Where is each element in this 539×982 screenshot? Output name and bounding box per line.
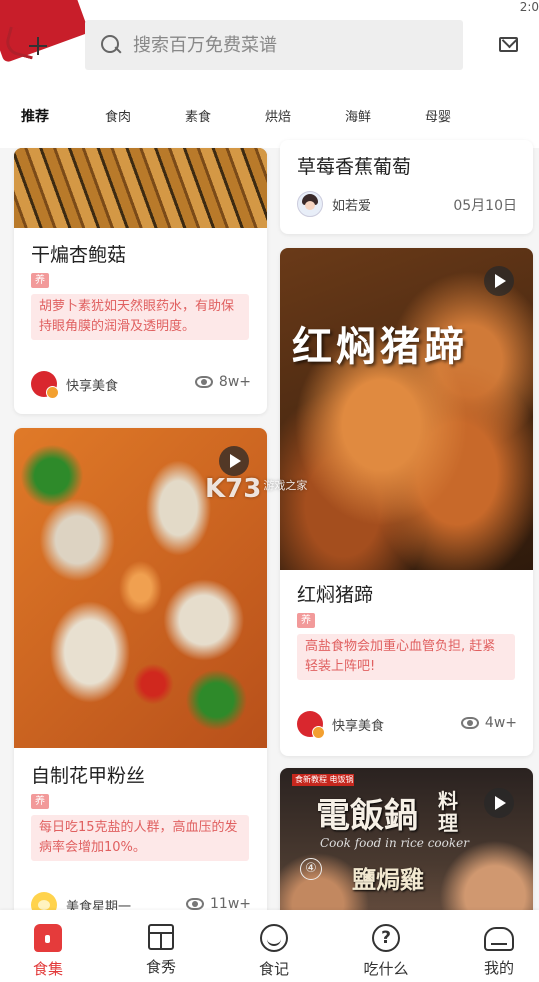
play-icon[interactable]: [219, 446, 249, 476]
search-input[interactable]: [133, 34, 433, 56]
photo-caption-small: 料理: [438, 789, 458, 835]
watermark: K73 游戏之家: [205, 474, 308, 504]
author-name: 如若爱: [332, 198, 372, 214]
view-count-value: 4w+: [484, 715, 517, 731]
author[interactable]: 如若爱: [297, 191, 371, 217]
photo-caption: 红焖猪蹄: [292, 324, 468, 370]
recipe-photo: [280, 248, 533, 570]
play-icon[interactable]: [484, 788, 514, 818]
tab-vegetarian[interactable]: 素食: [173, 106, 223, 125]
video-badge: 食新教程 电饭锅: [292, 774, 354, 786]
box-icon: [148, 924, 174, 950]
tab-recommend[interactable]: 推荐: [10, 106, 60, 129]
health-tip: 胡萝卜素犹如天然眼药水，有助保持眼角膜的润滑及透明度。: [31, 294, 249, 340]
health-tip: 高盐食物会加重心血管负担, 赶紧轻装上阵吧!: [297, 634, 515, 680]
smile-icon: [260, 924, 288, 952]
health-tag: 养: [297, 613, 315, 628]
author[interactable]: 快享美食: [31, 371, 119, 399]
author[interactable]: 快享美食: [297, 711, 385, 739]
recipe-title: 红焖猪蹄: [297, 584, 374, 606]
mail-icon[interactable]: [499, 37, 518, 52]
eye-icon: [186, 898, 204, 910]
nav-label: 食记: [258, 960, 289, 978]
nav-item-notes[interactable]: 食记: [239, 924, 309, 979]
recipe-card-mushroom[interactable]: 干煸杏鲍菇 养 胡萝卜素犹如天然眼药水，有助保持眼角膜的润滑及透明度。 快享美食…: [14, 148, 267, 414]
author-name: 快享美食: [332, 718, 385, 734]
author-name: 快享美食: [66, 378, 119, 394]
home-icon: [34, 924, 62, 952]
post-date: 05月10日: [453, 198, 517, 214]
health-tip: 每日吃15克盐的人群，高血压的发病率会增加10%。: [31, 815, 249, 861]
tab-meat[interactable]: 食肉: [93, 106, 143, 125]
avatar: [297, 191, 323, 217]
header: 2:0 推荐 食肉 素食 烘焙 海鲜 母婴: [0, 0, 539, 148]
nav-label: 食秀: [145, 958, 176, 976]
view-count: 4w+: [460, 715, 517, 731]
recipe-card-chicken[interactable]: 食新教程 电饭锅 電飯鍋 料理 Cook food in rice cooker…: [280, 768, 533, 928]
status-bar-time: 2:0: [519, 0, 539, 14]
play-icon[interactable]: [484, 266, 514, 296]
chef-hat-icon: [484, 927, 514, 951]
recipe-photo: [14, 148, 267, 228]
recipe-title: 干煸杏鲍菇: [31, 244, 127, 266]
photo-caption-english: Cook food in rice cooker: [320, 836, 469, 850]
tab-baking[interactable]: 烘焙: [253, 106, 303, 125]
category-tabs: 推荐 食肉 素食 烘焙 海鲜 母婴: [0, 100, 539, 134]
nav-label: 我的: [483, 959, 514, 977]
view-count: 8w+: [194, 374, 251, 390]
health-tag: 养: [31, 794, 49, 809]
recipe-title: 草莓香蕉葡萄: [297, 156, 412, 178]
photo-caption: 電飯鍋: [316, 796, 418, 836]
nav-item-what-to-eat[interactable]: ? 吃什么: [351, 924, 421, 979]
nav-item-show[interactable]: 食秀: [126, 924, 196, 977]
nav-label: 吃什么: [363, 960, 409, 978]
avatar: [31, 371, 59, 399]
bottom-nav: 食集 食秀 食记 ? 吃什么 我的: [0, 910, 539, 982]
nav-label: 食集: [32, 960, 63, 978]
tab-seafood[interactable]: 海鲜: [333, 106, 383, 125]
view-count-value: 8w+: [218, 374, 251, 390]
search-icon: [99, 33, 123, 57]
search-bar[interactable]: [85, 20, 463, 70]
photo-subtitle: 鹽焗雞: [352, 865, 424, 894]
tab-mother-baby[interactable]: 母婴: [413, 106, 463, 125]
health-tag: 养: [31, 273, 49, 288]
avatar: [297, 711, 325, 739]
question-icon: ?: [372, 924, 400, 952]
recipe-title: 自制花甲粉丝: [31, 765, 146, 787]
add-button[interactable]: [22, 30, 54, 62]
recipe-card-strawberry[interactable]: 草莓香蕉葡萄 如若爱 05月10日: [280, 140, 533, 234]
eye-icon: [194, 376, 213, 388]
recipe-card-pork[interactable]: 红焖猪蹄 红焖猪蹄 养 高盐食物会加重心血管负担, 赶紧轻装上阵吧! 快享美食 …: [280, 248, 533, 756]
nav-item-home[interactable]: 食集: [13, 924, 83, 979]
nav-item-profile[interactable]: 我的: [464, 924, 534, 978]
step-number: ④: [300, 858, 322, 880]
eye-icon: [460, 717, 479, 729]
